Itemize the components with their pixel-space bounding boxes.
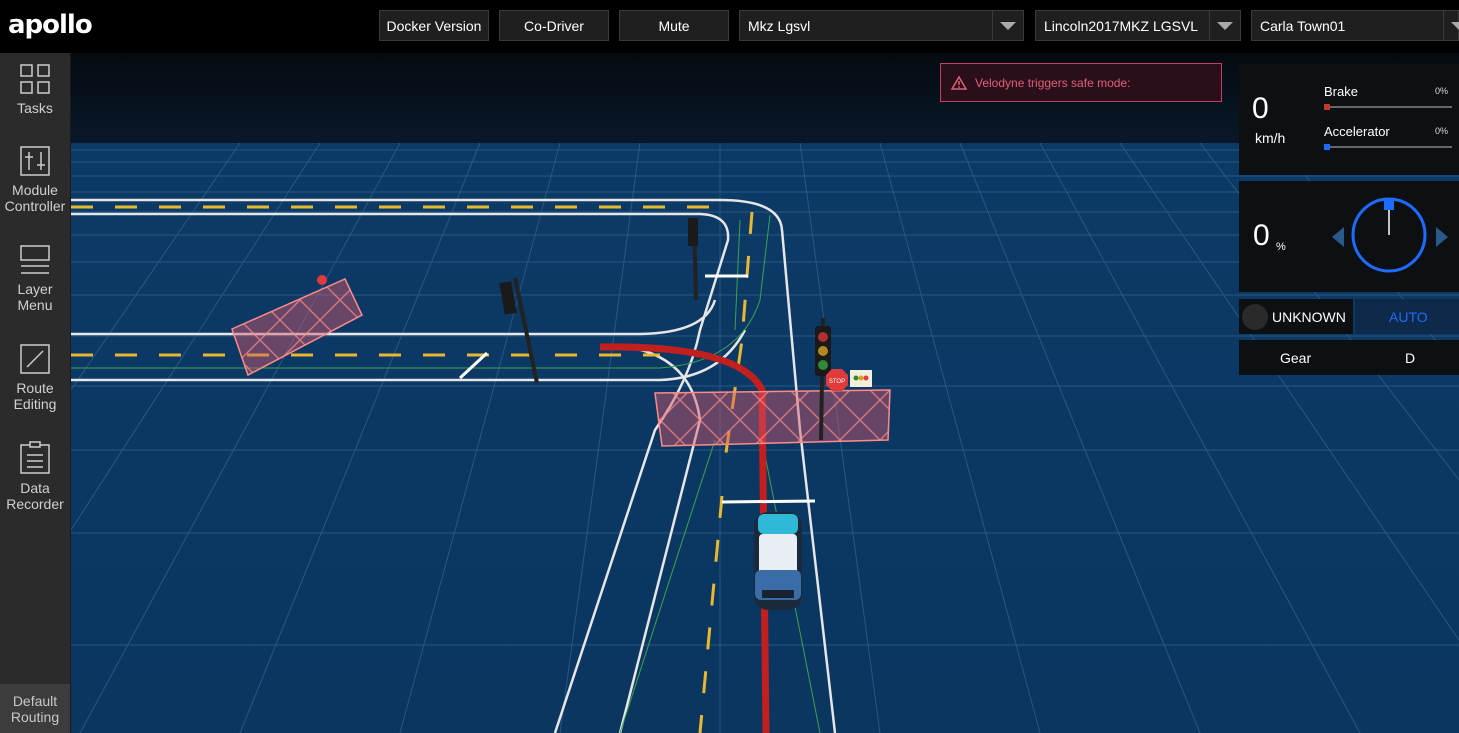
sidebar-item-label: Controller xyxy=(4,198,66,214)
layers-icon xyxy=(20,245,50,274)
accelerator-label: Accelerator xyxy=(1324,124,1390,139)
sidebar-item-label: Menu xyxy=(17,297,53,313)
speed-value: 0 xyxy=(1252,92,1269,125)
steering-value: 0 xyxy=(1253,219,1270,252)
warning-icon xyxy=(951,75,967,90)
default-routing-button[interactable]: Default Routing xyxy=(0,684,70,733)
apollo-logo: apollo xyxy=(8,10,93,40)
default-routing-label: Routing xyxy=(10,708,60,725)
chevron-down-icon[interactable] xyxy=(1443,11,1459,40)
route-edit-icon xyxy=(20,344,50,374)
alert-text: Velodyne triggers safe mode: xyxy=(975,75,1131,90)
stop-sign-text: STOP xyxy=(829,379,845,385)
brake-value: 0% xyxy=(1435,86,1449,96)
map-select-value: Carla Town01 xyxy=(1260,17,1346,34)
sidebar-item-module-controller[interactable]: Module Controller xyxy=(0,145,70,214)
driving-mode-text: UNKNOWN xyxy=(1272,308,1346,325)
brake-bar xyxy=(1324,106,1452,108)
sidebar-item-label: Data xyxy=(20,480,50,496)
mute-button[interactable]: Mute xyxy=(619,10,729,41)
ego-vehicle xyxy=(754,512,802,610)
brake-label: Brake xyxy=(1324,84,1358,99)
sidebar: Tasks Module Controller Layer Menu Route… xyxy=(0,53,71,733)
speed-panel xyxy=(1239,64,1459,175)
mode-select-value: Mkz Lgsvl xyxy=(748,17,811,34)
auto-label[interactable]: AUTO xyxy=(1389,299,1428,334)
sliders-icon xyxy=(20,146,50,176)
top-bar: apollo Docker Version Co-Driver Mute Mkz… xyxy=(0,0,1459,53)
accelerator-value: 0% xyxy=(1435,126,1449,136)
sidebar-item-tasks[interactable]: Tasks xyxy=(0,63,70,116)
sidebar-item-layer-menu[interactable]: Layer Menu xyxy=(0,244,70,313)
alert-banner: Velodyne triggers safe mode: xyxy=(940,63,1222,102)
brake-indicator xyxy=(1324,104,1330,110)
speed-unit: km/h xyxy=(1255,130,1286,146)
default-routing-label: Default xyxy=(12,692,58,709)
sidebar-item-label: Tasks xyxy=(17,100,53,116)
steering-unit: % xyxy=(1276,241,1286,253)
crosswalk-front xyxy=(654,389,891,447)
accelerator-bar xyxy=(1324,146,1452,148)
sidebar-item-data-recorder[interactable]: Data Recorder xyxy=(0,441,70,512)
vehicle-select[interactable]: Lincoln2017MKZ LGSVL xyxy=(1035,10,1241,41)
docker-version-button[interactable]: Docker Version xyxy=(379,10,489,41)
red-marker-icon xyxy=(317,275,327,285)
gear-panel xyxy=(1239,340,1459,375)
sidebar-item-route-editing[interactable]: Route Editing xyxy=(0,343,70,412)
gear-label: Gear xyxy=(1280,349,1312,366)
map-select[interactable]: Carla Town01 xyxy=(1251,10,1459,41)
sidebar-item-label: Route xyxy=(16,380,54,396)
sidebar-item-label: Layer xyxy=(17,281,53,297)
mode-status-icon xyxy=(1242,304,1268,330)
co-driver-button[interactable]: Co-Driver xyxy=(499,10,609,41)
mode-select[interactable]: Mkz Lgsvl xyxy=(739,10,1024,41)
clipboard-icon xyxy=(20,441,50,474)
sidebar-item-label: Module xyxy=(12,182,58,198)
sidebar-item-label: Recorder xyxy=(6,496,64,512)
grid-icon xyxy=(20,64,50,94)
steering-wheel-icon xyxy=(1332,197,1448,273)
gear-value: D xyxy=(1405,349,1416,366)
chevron-down-icon[interactable] xyxy=(1209,11,1240,40)
vehicle-select-value: Lincoln2017MKZ LGSVL xyxy=(1044,17,1199,34)
chevron-down-icon[interactable] xyxy=(992,11,1023,40)
accelerator-indicator xyxy=(1324,144,1330,150)
sidebar-item-label: Editing xyxy=(13,396,57,412)
